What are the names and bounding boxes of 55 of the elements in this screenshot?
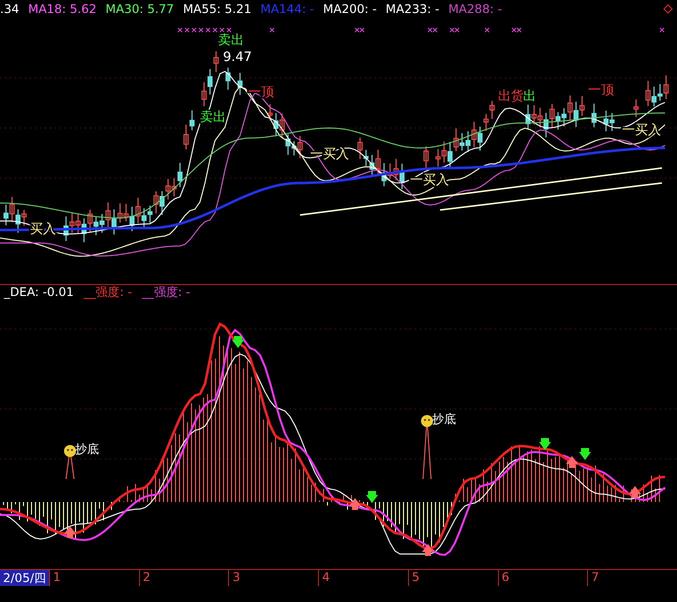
indicator-value: __强度: - xyxy=(84,284,132,300)
cross-icon xyxy=(220,28,224,32)
indicator-value: MA288: - xyxy=(448,2,502,16)
cross-icon xyxy=(484,28,490,32)
axis-label: 5 xyxy=(408,570,498,586)
candlestick xyxy=(226,67,230,90)
cross-icon xyxy=(226,28,232,32)
up-arrow-icon xyxy=(566,456,578,468)
indicator-value: _DEA: -0.01 xyxy=(4,285,74,299)
date-label: 2/05/四 xyxy=(0,570,49,586)
chart-annotation: 出货 xyxy=(498,89,524,104)
cross-icon xyxy=(184,28,190,32)
axis-label: 7 xyxy=(587,570,677,586)
indicator-value: MA55: 5.21 xyxy=(182,2,252,16)
cross-icon xyxy=(660,28,664,32)
candlestick xyxy=(424,146,428,170)
cross-icon xyxy=(270,28,274,32)
candlestick xyxy=(634,98,638,118)
up-arrow-icon xyxy=(422,544,434,556)
candlestick xyxy=(238,72,242,96)
indicator-value: MA233: - xyxy=(386,2,440,16)
chart-annotation: 一顶 xyxy=(248,85,274,100)
axis-label: 1 xyxy=(49,570,139,586)
down-arrow-icon xyxy=(232,336,244,348)
indicator-value: .34 xyxy=(0,2,20,16)
down-arrow-icon xyxy=(579,448,591,460)
signal-label: 抄底 xyxy=(432,412,456,426)
smiley-icon xyxy=(421,415,433,427)
up-arrow-icon xyxy=(64,526,76,538)
cross-icon xyxy=(206,28,210,32)
axis-label: 4 xyxy=(318,570,408,586)
indicator-value: MA30: 5.77 xyxy=(106,2,174,16)
up-arrow-icon xyxy=(629,486,641,498)
up-arrow-icon xyxy=(349,498,361,510)
smiley-icon xyxy=(64,445,76,457)
cross-icon xyxy=(192,28,196,32)
cross-icon xyxy=(198,28,204,32)
cross-icon xyxy=(178,28,182,32)
candlestick xyxy=(592,103,596,128)
chart-annotation: 9.47 xyxy=(223,50,252,65)
chart-annotation: 卖出 xyxy=(218,33,244,48)
axis-label: 2 xyxy=(138,570,228,586)
axis-label: 6 xyxy=(498,570,588,586)
down-arrow-icon xyxy=(539,438,551,450)
indicator-value: MA200: - xyxy=(323,2,377,16)
axis-label: 3 xyxy=(228,570,318,586)
cross-icon xyxy=(212,28,218,32)
signal-label: 抄底 xyxy=(75,442,99,456)
indicator-value: __强度: - xyxy=(142,284,190,300)
chart-annotation: 一顶 xyxy=(588,83,614,98)
indicator-value: MA18: 5.62 xyxy=(28,2,97,16)
indicator-value: MA144: - xyxy=(260,2,314,16)
chart-annotation: 出 xyxy=(523,89,536,104)
diamond-icon xyxy=(663,4,673,14)
down-arrow-icon xyxy=(366,491,378,503)
